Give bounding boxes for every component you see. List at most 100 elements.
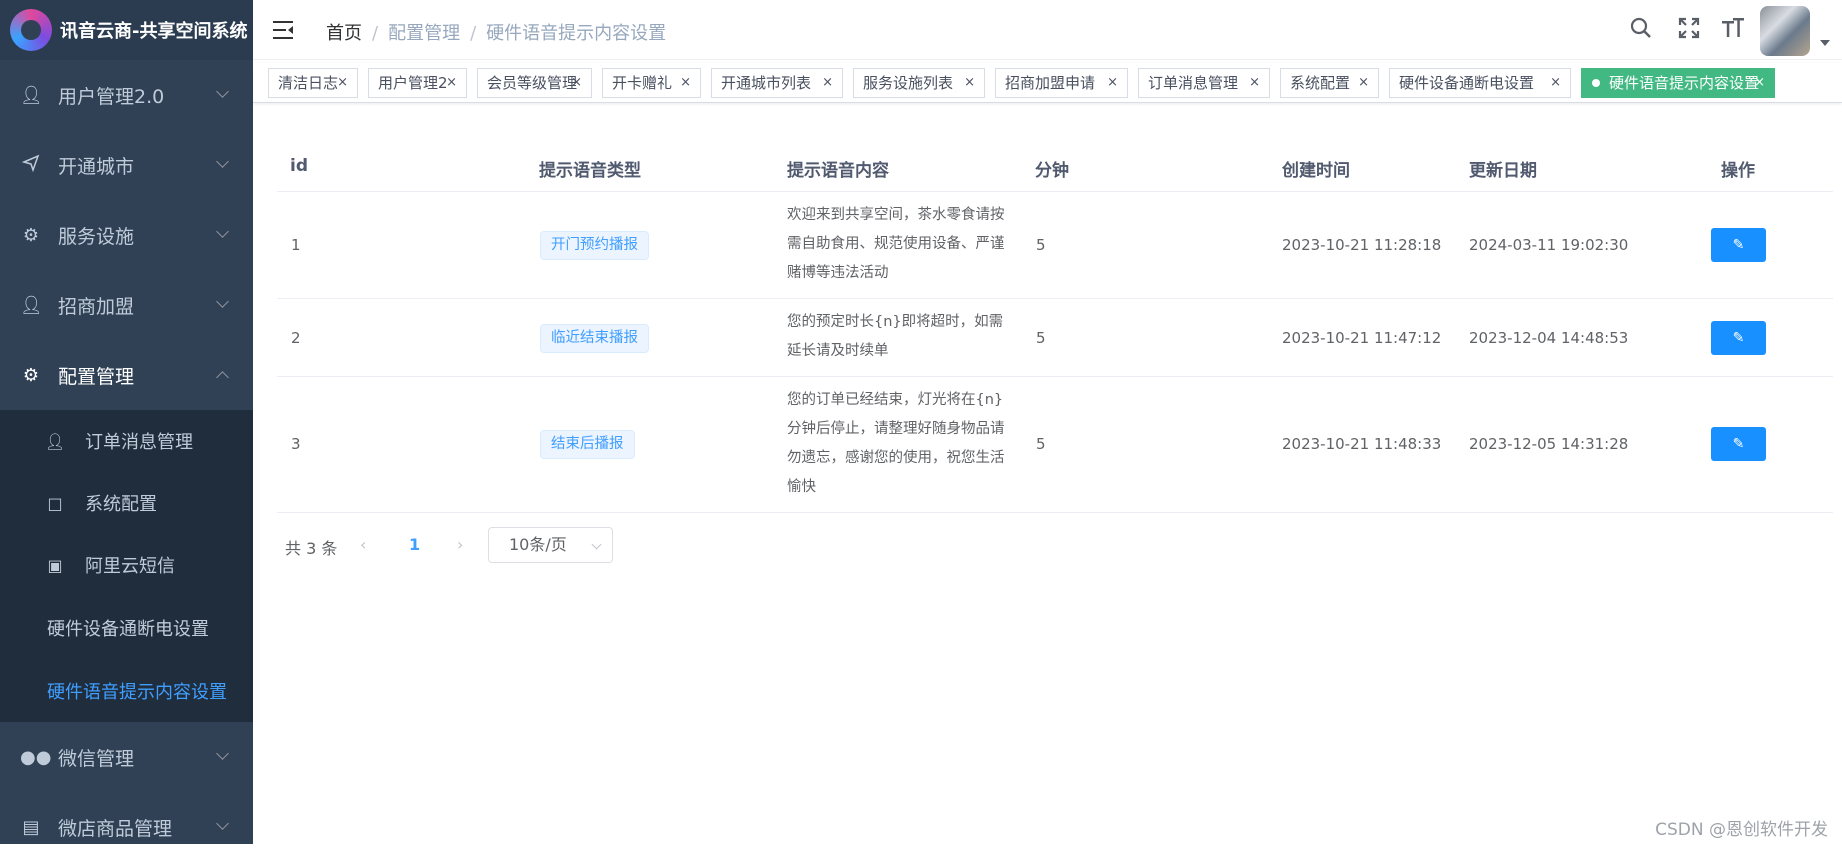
table-row: 2 临近结束播报 您的预定时长{n}即将超时，如需延长请及时续单 5 2023-…	[277, 299, 1833, 377]
page-size-select[interactable]: 10条/页	[488, 527, 613, 563]
breadcrumb: 首页 / 配置管理 / 硬件语音提示内容设置	[326, 23, 667, 44]
close-icon[interactable]: ×	[964, 69, 975, 97]
cell-created: 2023-10-21 11:48:33	[1282, 435, 1442, 453]
tag-city-list[interactable]: 开通城市列表 ×	[711, 68, 843, 98]
cell-updated: 2024-03-11 19:02:30	[1469, 236, 1629, 254]
tag-system-config[interactable]: 系统配置 ×	[1280, 68, 1379, 98]
close-icon[interactable]: ×	[337, 69, 348, 97]
pagination-total: 共 3 条	[285, 539, 338, 558]
gear-icon: ⚙︎	[22, 364, 40, 386]
tag-label: 会员等级管理	[487, 74, 578, 92]
app-title: 讯音云商-共享空间系统	[60, 21, 248, 42]
header-id: id	[290, 156, 308, 176]
chevron-down-icon	[216, 85, 229, 98]
cell-content: 欢迎来到共享空间，茶水零食请按需自助食用、规范使用设备、严谨赌博等违法活动	[787, 207, 1005, 281]
chevron-down-icon	[591, 539, 602, 550]
cell-content: 您的预定时长{n}即将超时，如需延长请及时续单	[787, 314, 1004, 359]
submenu-item-power-settings[interactable]: 硬件设备通断电设置	[0, 597, 253, 659]
close-icon[interactable]: ×	[680, 69, 691, 97]
next-page-icon[interactable]: ›	[457, 535, 463, 554]
sidebar-item-config[interactable]: ⚙︎ 配置管理	[0, 340, 253, 410]
menu-toggle-icon[interactable]	[273, 20, 295, 40]
edit-button[interactable]: ✎	[1711, 321, 1766, 355]
tags-view: 清洁日志 × 用户管理2 × 会员等级管理 × 开卡赠礼 × 开通城市列表 × 服务设施列…	[253, 63, 1842, 103]
tag-order-messages[interactable]: 订单消息管理 ×	[1138, 68, 1270, 98]
tag-voice-settings[interactable]: 硬件语音提示内容设置 ×	[1581, 68, 1775, 98]
cell-updated: 2023-12-04 14:48:53	[1469, 329, 1629, 347]
sidebar-item-label: 微店商品管理	[58, 817, 173, 840]
submenu-item-label: 硬件设备通断电设置	[47, 619, 209, 640]
header-action: 操作	[1721, 161, 1755, 181]
page-number[interactable]: 1	[409, 535, 420, 554]
table-header: id 提示语音类型 提示语音内容 分钟 创建时间 更新日期 操作	[277, 140, 1833, 192]
tag-member-levels[interactable]: 会员等级管理 ×	[477, 68, 592, 98]
breadcrumb-config: 配置管理	[388, 23, 461, 44]
submenu-item-order-messages[interactable]: 👤︎ 订单消息管理	[0, 410, 253, 472]
chevron-down-icon	[216, 295, 229, 308]
submenu-item-label: 硬件语音提示内容设置	[47, 682, 227, 703]
table-row: 1 开门预约播报 欢迎来到共享空间，茶水零食请按需自助食用、规范使用设备、严谨赌…	[277, 192, 1833, 299]
logo-icon	[10, 9, 52, 51]
close-icon[interactable]: ×	[1107, 69, 1118, 97]
tag-franchise-apply[interactable]: 招商加盟申请 ×	[995, 68, 1128, 98]
edit-icon: ✎	[1732, 237, 1745, 253]
tag-label: 开通城市列表	[721, 74, 812, 92]
sidebar-item-user-management[interactable]: 👤︎ 用户管理2.0	[0, 60, 253, 130]
tag-label: 清洁日志	[278, 74, 339, 92]
tag-facility-list[interactable]: 服务设施列表 ×	[853, 68, 985, 98]
search-icon[interactable]	[1628, 16, 1654, 42]
submenu-item-label: 阿里云短信	[85, 556, 175, 577]
type-tag: 临近结束播报	[540, 324, 649, 353]
sidebar-item-cities[interactable]: 开通城市	[0, 130, 253, 200]
close-icon[interactable]: ×	[446, 69, 457, 97]
tag-cleaning-log[interactable]: 清洁日志 ×	[268, 68, 358, 98]
submenu-item-voice-settings[interactable]: 硬件语音提示内容设置	[0, 660, 253, 722]
config-submenu: 👤︎ 订单消息管理 □ 系统配置 ▣ 阿里云短信 硬件设备通断电设置 硬件语音提…	[0, 410, 253, 722]
close-icon[interactable]: ×	[822, 69, 833, 97]
users-icon: 👤︎	[20, 294, 43, 316]
close-icon[interactable]: ×	[1249, 69, 1260, 97]
breadcrumb-home[interactable]: 首页	[326, 23, 362, 44]
sidebar-item-franchise[interactable]: 👤︎ 招商加盟	[0, 270, 253, 340]
avatar[interactable]	[1760, 6, 1810, 56]
submenu-item-system-config[interactable]: □ 系统配置	[0, 472, 253, 534]
tag-label: 系统配置	[1290, 74, 1351, 92]
sidebar-item-label: 用户管理2.0	[58, 85, 165, 108]
cell-id: 3	[291, 435, 301, 453]
font-size-icon[interactable]	[1720, 16, 1746, 42]
edit-button[interactable]: ✎	[1711, 427, 1766, 461]
submenu-item-label: 订单消息管理	[85, 432, 193, 453]
page-size-value: 10条/页	[509, 535, 567, 554]
tag-card-gift[interactable]: 开卡赠礼 ×	[602, 68, 701, 98]
sidebar-item-wechat[interactable]: ●● 微信管理	[0, 722, 253, 792]
tag-label: 硬件设备通断电设置	[1399, 74, 1535, 92]
edit-button[interactable]: ✎	[1711, 228, 1766, 262]
breadcrumb-current: 硬件语音提示内容设置	[486, 23, 667, 44]
tag-user-management2[interactable]: 用户管理2 ×	[368, 68, 467, 98]
close-icon[interactable]: ×	[571, 69, 582, 97]
send-icon	[20, 154, 42, 177]
close-icon[interactable]: ×	[1358, 69, 1369, 97]
users-icon: 👤︎	[20, 84, 43, 106]
caret-down-icon[interactable]	[1820, 40, 1830, 46]
submenu-item-aliyun-sms[interactable]: ▣ 阿里云短信	[0, 534, 253, 596]
sidebar-item-facilities[interactable]: ⚙︎ 服务设施	[0, 200, 253, 270]
fullscreen-icon[interactable]	[1676, 16, 1702, 42]
sidebar-item-shop[interactable]: ▤ 微店商品管理	[0, 792, 253, 862]
header-type: 提示语音类型	[539, 161, 641, 181]
tag-label: 服务设施列表	[863, 74, 954, 92]
type-tag: 结束后播报	[540, 430, 635, 459]
cell-content: 您的订单已经结束，灯光将在{n}分钟后停止，请整理好随身物品请勿遗忘，感谢您的使…	[787, 392, 1005, 495]
prev-page-icon[interactable]: ‹	[360, 535, 366, 554]
tag-power-settings[interactable]: 硬件设备通断电设置 ×	[1389, 68, 1571, 98]
close-icon[interactable]: ×	[1754, 69, 1765, 97]
cell-minutes: 5	[1036, 435, 1046, 453]
watermark: CSDN @恩创软件开发	[1655, 820, 1828, 840]
close-icon[interactable]: ×	[1550, 69, 1561, 97]
cell-updated: 2023-12-05 14:31:28	[1469, 435, 1629, 453]
gear-icon: ⚙︎	[22, 224, 40, 246]
sidebar-item-label: 服务设施	[58, 225, 135, 248]
shield-icon: □	[47, 493, 63, 513]
tag-label: 硬件语音提示内容设置	[1609, 74, 1760, 92]
wechat-icon: ●●	[20, 746, 52, 768]
